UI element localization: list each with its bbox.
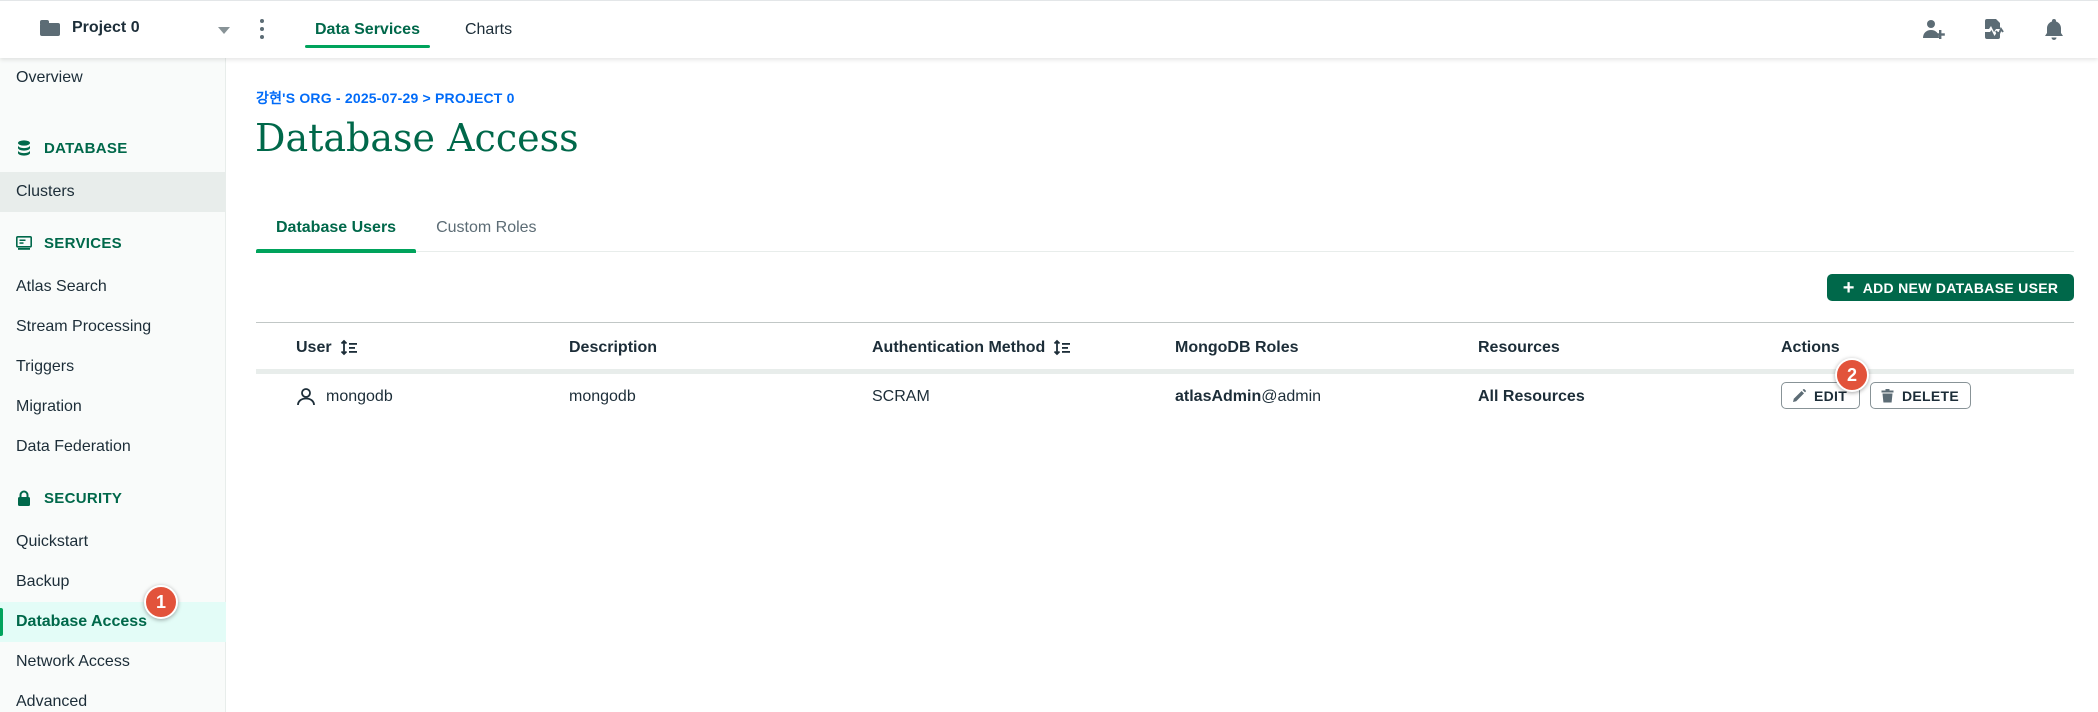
add-button-label: ADD NEW DATABASE USER — [1862, 279, 2059, 296]
column-resources: Resources — [1478, 339, 1560, 356]
cell-description: mongodb — [569, 388, 636, 405]
role-db: @admin — [1261, 388, 1322, 405]
sidebar: Overview DATABASE Clusters SERVICES Atla… — [0, 58, 226, 712]
trash-icon — [1881, 388, 1894, 402]
bell-icon[interactable] — [2040, 15, 2068, 43]
tab-data-services[interactable]: Data Services — [305, 1, 430, 59]
column-authentication-method[interactable]: Authentication Method — [872, 339, 1071, 357]
delete-label: DELETE — [1902, 387, 1960, 404]
services-icon — [16, 235, 32, 251]
sidebar-item-data-federation[interactable]: Data Federation — [0, 427, 226, 467]
step-badge-1: 1 — [144, 585, 178, 619]
project-name: Project 0 — [72, 19, 140, 36]
sidebar-item-atlas-search[interactable]: Atlas Search — [0, 267, 226, 307]
sidebar-item-migration[interactable]: Migration — [0, 387, 226, 427]
folder-icon — [40, 20, 60, 36]
cell-user: mongodb — [296, 388, 393, 406]
column-description: Description — [569, 339, 658, 356]
sidebar-header-label: SECURITY — [44, 489, 123, 507]
column-label: Authentication Method — [872, 339, 1046, 356]
sidebar-header-security: SECURITY — [16, 486, 122, 510]
sidebar-item-quickstart[interactable]: Quickstart — [0, 522, 226, 562]
tab-custom-roles[interactable]: Custom Roles — [416, 204, 556, 252]
tab-charts[interactable]: Charts — [455, 1, 522, 59]
sidebar-header-label: SERVICES — [44, 234, 122, 252]
database-users-table: User Description Authentication Method M… — [256, 322, 2074, 422]
sidebar-item-triggers[interactable]: Triggers — [0, 347, 226, 387]
add-new-database-user-button[interactable]: + ADD NEW DATABASE USER — [1827, 274, 2074, 301]
add-user-icon[interactable] — [1920, 15, 1948, 43]
sidebar-item-overview[interactable]: Overview — [0, 58, 226, 98]
cell-auth-method: SCRAM — [872, 388, 930, 405]
sidebar-item-backup[interactable]: Backup — [0, 562, 226, 602]
page-title: Database Access — [255, 116, 579, 160]
tab-database-users[interactable]: Database Users — [256, 204, 417, 253]
sidebar-item-database-access[interactable]: Database Access — [0, 602, 226, 642]
top-bar: Project 0 Data Services Charts — [0, 0, 2098, 58]
sidebar-item-clusters[interactable]: Clusters — [0, 172, 226, 212]
table-row: mongodb mongodb SCRAM atlasAdmin @admin A… — [256, 374, 2074, 422]
user-icon — [297, 388, 315, 406]
more-options-icon[interactable] — [258, 19, 266, 39]
user-name: mongodb — [326, 388, 393, 405]
lock-icon — [16, 490, 32, 506]
step-badge-2: 2 — [1835, 358, 1869, 392]
content-tabs: Database Users Custom Roles — [256, 204, 2074, 253]
column-mongodb-roles: MongoDB Roles — [1175, 339, 1299, 356]
edit-label: EDIT — [1814, 387, 1848, 404]
activity-icon[interactable] — [1980, 15, 2008, 43]
sort-icon[interactable] — [340, 339, 358, 357]
delete-button[interactable]: DELETE — [1870, 382, 1971, 409]
column-user[interactable]: User — [296, 339, 358, 357]
sidebar-header-database: DATABASE — [16, 136, 128, 160]
top-nav: Data Services Charts — [305, 1, 547, 59]
column-label: User — [296, 339, 332, 356]
breadcrumb[interactable]: 강현'S ORG - 2025-07-29 > PROJECT 0 — [256, 88, 515, 108]
chevron-down-icon[interactable] — [218, 27, 230, 34]
sidebar-item-network-access[interactable]: Network Access — [0, 642, 226, 682]
table-header: User Description Authentication Method M… — [256, 322, 2074, 374]
plus-icon: + — [1842, 276, 1855, 299]
sidebar-header-services: SERVICES — [16, 231, 122, 255]
column-actions: Actions — [1781, 339, 1840, 356]
sidebar-header-label: DATABASE — [44, 139, 128, 157]
pencil-icon — [1793, 388, 1806, 402]
sidebar-item-advanced[interactable]: Advanced — [0, 682, 226, 712]
cell-mongodb-roles: atlasAdmin @admin — [1175, 388, 1321, 406]
database-icon — [16, 140, 32, 156]
cell-resources: All Resources — [1478, 388, 1585, 405]
sidebar-item-stream-processing[interactable]: Stream Processing — [0, 307, 226, 347]
top-icons — [1920, 15, 2068, 43]
project-selector[interactable]: Project 0 — [40, 19, 140, 37]
sort-icon[interactable] — [1053, 339, 1071, 357]
role-name: atlasAdmin — [1175, 388, 1262, 405]
